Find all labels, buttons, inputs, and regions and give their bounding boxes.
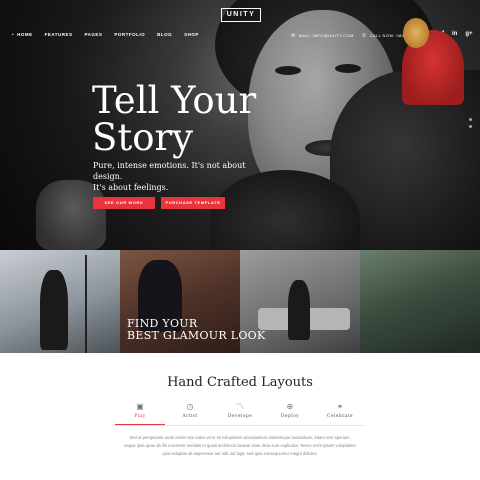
chart-icon: 〽: [236, 402, 244, 411]
tab-label: Deploy: [280, 414, 300, 419]
nav-item-features[interactable]: FEATURES: [45, 32, 73, 37]
section-title: Hand Crafted Layouts: [167, 375, 313, 390]
tab-content-text: Sed ut perspiciatis unde omnis iste natu…: [124, 435, 356, 456]
hero-headline-line1: Tell Your: [92, 79, 257, 122]
tripod-stand: [85, 255, 87, 353]
gallery-tile-1[interactable]: [0, 250, 120, 353]
slider-dots: [469, 118, 472, 128]
slider-dot-1[interactable]: [469, 118, 472, 121]
tab-play[interactable]: ▣ Play: [115, 400, 165, 425]
tab-develope[interactable]: 〽 Develope: [215, 400, 265, 425]
gallery-caption-line2: BEST GLAMOUR LOOK: [127, 329, 266, 342]
tab-label: Develope: [227, 414, 253, 419]
google-plus-icon[interactable]: g+: [465, 31, 472, 37]
purchase-template-button[interactable]: PURCHASE TEMPLATE: [161, 197, 225, 209]
site-logo[interactable]: UNITY: [221, 8, 261, 22]
globe-icon: ⊕: [286, 402, 294, 411]
nav-item-portfolio[interactable]: PORTFOLIO: [114, 32, 145, 37]
hero-headline: Tell Your Story: [92, 82, 322, 156]
blonde-hair-shape: [403, 18, 429, 48]
gallery-caption: FIND YOUR BEST GLAMOUR LOOK: [127, 318, 266, 342]
hero-subtext-line1: Pure, intense emotions. It's not about d…: [93, 161, 246, 181]
nav-menu: HOME FEATURES PAGES PORTFOLIO BLOG SHOP: [12, 32, 199, 37]
nav-item-blog[interactable]: BLOG: [157, 32, 172, 37]
link-icon: ⚭: [336, 402, 344, 411]
nav-item-pages[interactable]: PAGES: [85, 32, 103, 37]
mail-icon: ✉: [291, 33, 296, 39]
model-figure: [40, 270, 68, 350]
linkedin-icon[interactable]: in: [452, 31, 457, 37]
hero-subtext-line2: It's about feelings.: [93, 183, 169, 192]
contact-email[interactable]: ✉ MAIL: INFO@UNITY.COM: [291, 33, 354, 39]
clock-icon: ◷: [186, 402, 194, 411]
slider-dot-2[interactable]: [469, 125, 472, 128]
nav-item-home[interactable]: HOME: [12, 32, 33, 37]
contact-email-text: MAIL: INFO@UNITY.COM: [298, 33, 354, 38]
feature-tabs: ▣ Play ◷ Artist 〽 Develope ⊕ Deploy ⚭ Ce…: [115, 400, 365, 426]
model-figure: [288, 280, 310, 340]
tab-label: Play: [134, 414, 146, 419]
play-icon: ▣: [136, 402, 144, 411]
tab-deploy[interactable]: ⊕ Deploy: [265, 400, 315, 425]
hero-headline-line2: Story: [92, 116, 194, 159]
tab-artist[interactable]: ◷ Artist: [165, 400, 215, 425]
gallery-tile-4[interactable]: [360, 250, 480, 353]
nav-item-shop[interactable]: SHOP: [184, 32, 199, 37]
tab-label: Artist: [182, 414, 198, 419]
phone-icon: ✆: [362, 33, 367, 39]
see-our-work-button[interactable]: SEE OUR WORK: [93, 197, 155, 209]
tab-celebrate[interactable]: ⚭ Celebrate: [315, 400, 365, 425]
tab-label: Celebrate: [327, 414, 353, 419]
hero-subtext: Pure, intense emotions. It's not about d…: [93, 160, 258, 193]
